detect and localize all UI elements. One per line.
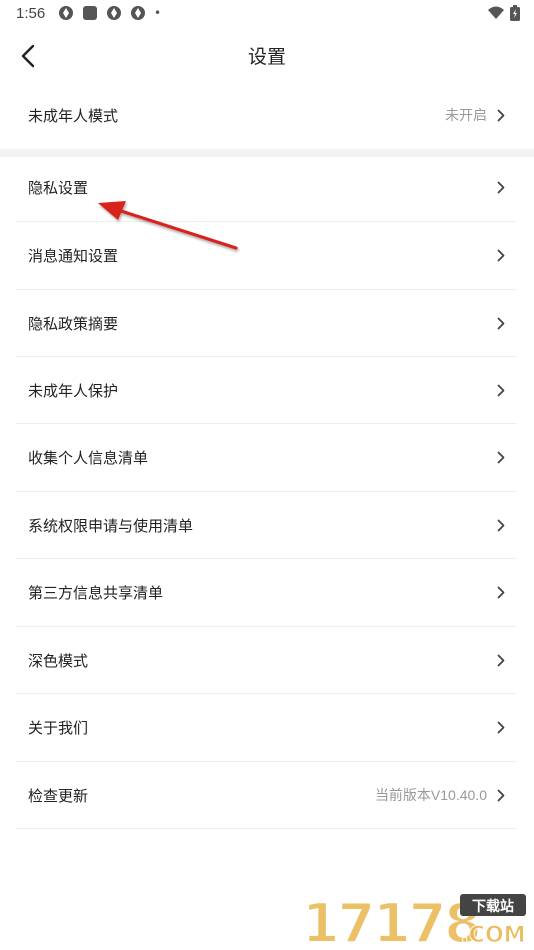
chevron-right-icon	[495, 108, 507, 122]
battery-icon	[510, 5, 520, 21]
chevron-right-icon	[495, 788, 507, 802]
more-notifications-dot: •	[154, 6, 162, 20]
settings-row-minor-mode[interactable]: 未成年人模式 未开启	[16, 82, 517, 148]
watermark-17178-logo: 17178 下载站 .COM	[301, 891, 526, 950]
settings-row-about-us[interactable]: 关于我们	[16, 694, 517, 760]
settings-row-notifications[interactable]: 消息通知设置	[16, 222, 517, 288]
settings-row-third-party-sharing[interactable]: 第三方信息共享清单	[16, 559, 517, 625]
row-label: 消息通知设置	[28, 246, 119, 265]
settings-row-privacy[interactable]: 隐私设置	[16, 154, 517, 220]
chevron-right-icon	[495, 248, 507, 262]
system-icons	[488, 5, 520, 21]
row-label: 关于我们	[28, 718, 89, 737]
app-notification-icon-2	[107, 6, 121, 20]
row-value: 未开启	[445, 107, 487, 123]
page-title: 设置	[247, 46, 286, 68]
settings-row-minor-protection[interactable]: 未成年人保护	[16, 357, 517, 423]
row-divider	[16, 828, 517, 829]
settings-row-system-permissions[interactable]: 系统权限申请与使用清单	[16, 492, 517, 558]
chevron-right-icon	[495, 450, 507, 464]
chevron-right-icon	[495, 383, 507, 397]
wifi-icon	[488, 6, 504, 19]
row-value: 当前版本V10.40.0	[374, 787, 487, 803]
row-label: 第三方信息共享清单	[28, 583, 164, 602]
status-time: 1:56	[16, 5, 46, 22]
chevron-right-icon	[495, 653, 507, 667]
chevron-right-icon	[495, 316, 507, 330]
watermark-logo: 17178 下载站 .COM	[300, 890, 530, 950]
settings-row-privacy-policy-summary[interactable]: 隐私政策摘要	[16, 290, 517, 356]
row-label: 检查更新	[28, 786, 89, 805]
chevron-right-icon	[495, 720, 507, 734]
svg-text:17178: 17178	[302, 892, 480, 948]
row-label: 深色模式	[28, 651, 89, 670]
notification-icons: •	[58, 5, 161, 21]
status-bar: 1:56 •	[0, 0, 534, 28]
chevron-right-icon	[495, 585, 507, 599]
row-label: 系统权限申请与使用清单	[28, 516, 194, 535]
app-notification-icon	[59, 6, 73, 20]
chevron-right-icon	[495, 180, 507, 194]
settings-row-personal-info-list[interactable]: 收集个人信息清单	[16, 424, 517, 490]
settings-screen: 1:56 • 设置 未成年人模式 未开启 隐私设置 消息通知设置 隐私政策摘要 …	[0, 0, 534, 950]
square-notification-icon	[83, 6, 97, 20]
row-label: 收集个人信息清单	[28, 448, 149, 467]
svg-text:.COM: .COM	[460, 923, 525, 948]
settings-row-dark-mode[interactable]: 深色模式	[16, 627, 517, 693]
chevron-right-icon	[495, 518, 507, 532]
row-label: 隐私政策摘要	[28, 314, 119, 333]
settings-row-check-update[interactable]: 检查更新 当前版本V10.40.0	[16, 762, 517, 828]
app-notification-icon-3	[131, 6, 145, 20]
row-label: 未成年人保护	[28, 381, 119, 400]
header: 设置	[0, 28, 534, 84]
row-label: 未成年人模式	[28, 106, 119, 125]
svg-text:下载站: 下载站	[472, 898, 514, 915]
row-label: 隐私设置	[28, 178, 89, 197]
